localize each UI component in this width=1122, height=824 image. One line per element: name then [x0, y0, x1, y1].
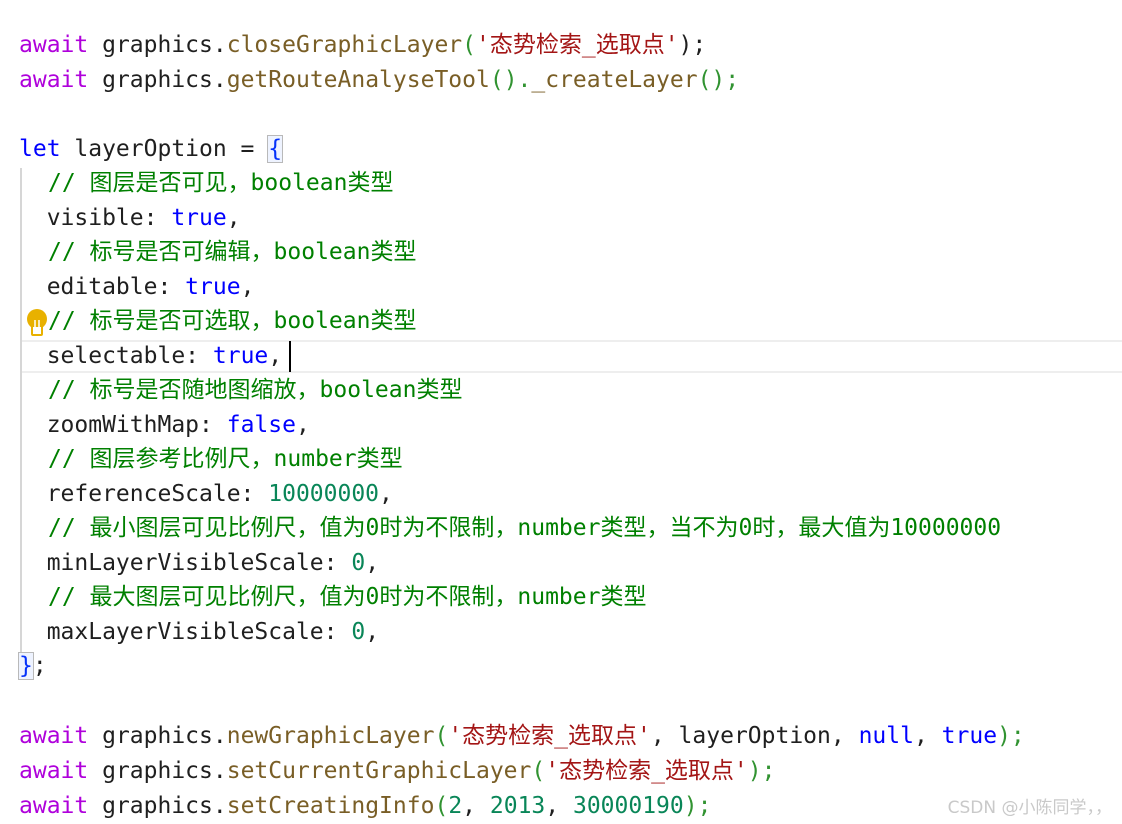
lightbulb-icon[interactable]	[25, 308, 49, 338]
keyword: let	[19, 136, 61, 162]
paren: ().	[489, 67, 532, 93]
comma: ,	[545, 793, 573, 819]
identifier: layerOption =	[60, 136, 269, 162]
property-key: visible:	[19, 205, 172, 231]
comment-reference-scale: // 图层参考比例尺，number类型	[48, 446, 403, 472]
code-line-min-scale: minLayerVisibleScale: 0,	[19, 546, 379, 581]
code-line-route-tool: await graphics.getRouteAnalyseTool()._cr…	[19, 63, 739, 98]
code-line-visible: visible: true,	[19, 201, 241, 236]
identifier: graphics.	[88, 723, 227, 749]
keyword: await	[19, 758, 89, 784]
code-line-reference-scale: referenceScale: 10000000,	[19, 477, 393, 512]
function-name: setCreatingInfo	[226, 793, 435, 819]
property-key: zoomWithMap:	[19, 412, 227, 438]
string-literal: '态势检索_选取点'	[448, 723, 651, 749]
code-line-let-layer-option: let layerOption = {	[19, 132, 284, 167]
text-cursor	[289, 341, 291, 372]
keyword: await	[19, 67, 89, 93]
comma: ,	[913, 723, 942, 749]
boolean-value: true	[941, 723, 998, 749]
number-value: 30000190	[572, 793, 684, 819]
code-line-zoom-with-map: zoomWithMap: false,	[19, 408, 310, 443]
code-line-set-current-layer: await graphics.setCurrentGraphicLayer('态…	[19, 754, 775, 789]
comma: ,	[226, 205, 241, 231]
property-key: minLayerVisibleScale:	[19, 550, 352, 576]
code-line-new-graphic-layer: await graphics.newGraphicLayer('态势检索_选取点…	[19, 719, 1025, 754]
close-brace: }	[18, 652, 34, 680]
open-brace: {	[267, 135, 284, 163]
number-value: 2013	[489, 793, 546, 819]
comma: ,	[379, 481, 393, 507]
code-line-set-creating-info: await graphics.setCreatingInfo(2, 2013, …	[19, 789, 711, 824]
number-value: 10000000	[268, 481, 380, 507]
property-key: maxLayerVisibleScale:	[19, 619, 352, 645]
number-value: 0	[351, 550, 366, 576]
comment-min-scale: // 最小图层可见比例尺，值为0时为不限制，number类型，当不为0时，最大值…	[48, 515, 1002, 541]
comment-zoom: // 标号是否随地图缩放，boolean类型	[48, 377, 463, 403]
boolean-value: true	[171, 205, 227, 231]
code-editor[interactable]: await graphics.closeGraphicLayer('态势检索_选…	[0, 0, 1122, 824]
comma: ,	[268, 343, 283, 369]
semicolon: ;	[32, 653, 47, 679]
paren: );	[747, 758, 776, 784]
function-name: newGraphicLayer	[226, 723, 435, 749]
boolean-value: false	[226, 412, 296, 438]
keyword: await	[19, 32, 89, 58]
property-key: referenceScale:	[19, 481, 269, 507]
identifier: graphics.	[88, 758, 227, 784]
paren: (	[462, 32, 476, 58]
comma: ,	[295, 412, 310, 438]
identifier: graphics.	[88, 32, 227, 58]
number-value: 0	[351, 619, 366, 645]
code-line-close-graphic-layer: await graphics.closeGraphicLayer('态势检索_选…	[19, 28, 706, 63]
string-literal: '态势检索_选取点'	[545, 758, 748, 784]
function-name: closeGraphicLayer	[226, 32, 463, 58]
paren: ();	[697, 67, 740, 93]
paren: (	[434, 723, 449, 749]
function-name: getRouteAnalyseTool	[226, 67, 490, 93]
keyword: await	[19, 793, 89, 819]
keyword: await	[19, 723, 89, 749]
code-line-close-brace: };	[18, 649, 47, 684]
paren: (	[434, 793, 449, 819]
comment-max-scale: // 最大图层可见比例尺，值为0时为不限制，number类型	[48, 584, 647, 610]
paren: (	[531, 758, 546, 784]
paren: );	[997, 723, 1025, 749]
comment-visible: // 图层是否可见，boolean类型	[48, 170, 394, 196]
identifier: , layerOption,	[650, 723, 859, 749]
comma: ,	[240, 274, 255, 300]
comment-selectable: // 标号是否可选取，boolean类型	[48, 308, 417, 334]
number-value: 2	[448, 793, 463, 819]
code-line-max-scale: maxLayerVisibleScale: 0,	[19, 615, 379, 650]
identifier: graphics.	[88, 67, 227, 93]
comma: ,	[365, 550, 380, 576]
property-key: selectable:	[19, 343, 213, 369]
boolean-value: true	[185, 274, 241, 300]
code-line-editable: editable: true,	[19, 270, 255, 305]
function-name: _createLayer	[531, 67, 698, 93]
paren: );	[683, 793, 712, 819]
boolean-value: true	[212, 343, 269, 369]
code-line-selectable: selectable: true,	[19, 339, 282, 374]
identifier: graphics.	[88, 793, 227, 819]
punctuation: );	[678, 32, 707, 58]
string-literal: '态势检索_选取点'	[476, 32, 679, 58]
watermark: CSDN @小陈同学，，	[947, 798, 1112, 818]
comma: ,	[462, 793, 490, 819]
comma: ,	[365, 619, 380, 645]
function-name: setCurrentGraphicLayer	[226, 758, 532, 784]
property-key: editable:	[19, 274, 186, 300]
null-literal: null	[858, 723, 914, 749]
comment-editable: // 标号是否可编辑，boolean类型	[48, 239, 417, 265]
